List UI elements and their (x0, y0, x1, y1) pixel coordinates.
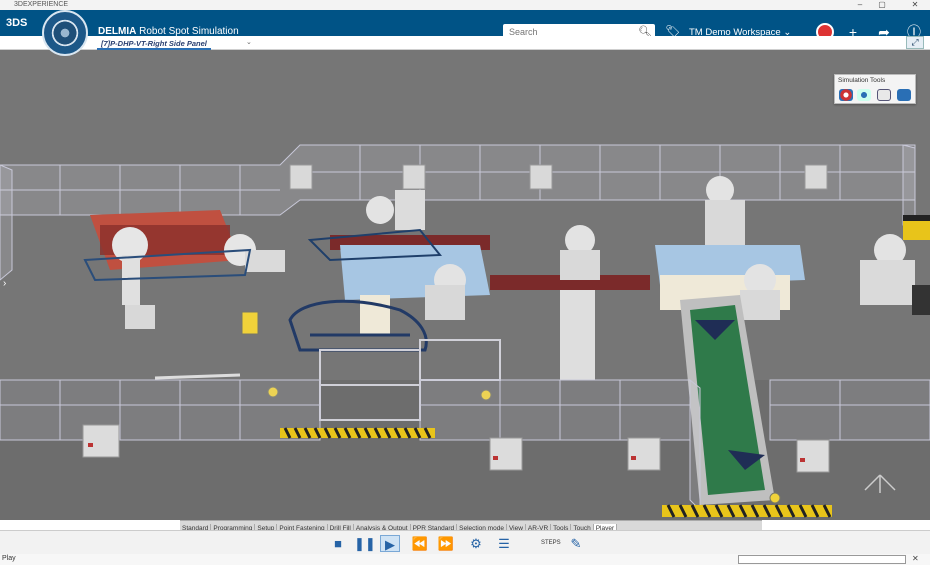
3d-viewport[interactable]: › (0, 50, 930, 520)
simulation-tools-title: Simulation Tools (838, 77, 886, 84)
fullscreen-icon[interactable]: ⤢ (906, 36, 924, 49)
tab-menu-caret[interactable]: ⌄ (246, 36, 252, 50)
player-toolbar: ■ ❚❚ ▶ ⏪ ⏩ ⚙ ☰ STEPS ✎ (0, 530, 930, 554)
monitor-icon[interactable] (877, 89, 891, 101)
factory-scene (0, 50, 930, 520)
command-input[interactable] (738, 555, 906, 564)
tab-bar: [7]P-DHP-VT-Right Side Panel ⌄ (0, 36, 930, 50)
close-button[interactable]: ✕ (905, 0, 925, 10)
maximize-button[interactable]: ▢ (872, 0, 892, 10)
minimize-button[interactable]: – (850, 0, 870, 10)
window-app-name: 3DEXPERIENCE (14, 1, 69, 8)
play-button[interactable]: ▶ (380, 535, 400, 552)
tab-editor[interactable]: [7]P-DHP-VT-Right Side Panel (97, 37, 211, 50)
panel-expand-icon[interactable]: › (3, 278, 6, 289)
record-icon[interactable]: ✎ (566, 535, 586, 552)
step-forward-button[interactable]: ⏩ (436, 535, 456, 552)
simulate-icon[interactable] (839, 89, 853, 101)
3ds-logo[interactable]: 3DS (6, 14, 30, 32)
top-bar: 3DS DELMIA Robot Spot Simulation 🔍︎ 🏷︎ T… (0, 10, 930, 41)
speed-label: STEPS (541, 540, 561, 546)
clear-icon[interactable]: ✕ (912, 554, 919, 563)
pause-button[interactable]: ❚❚ (354, 535, 376, 552)
status-text: Play (2, 555, 16, 562)
settings-gear-icon[interactable]: ⚙ (466, 535, 486, 552)
robot-icon[interactable] (897, 89, 911, 101)
compass-icon[interactable] (857, 89, 871, 101)
stop-button[interactable]: ■ (328, 535, 348, 552)
compass-icon[interactable] (42, 10, 88, 56)
window-titlebar: 3DEXPERIENCE – ▢ ✕ (0, 0, 930, 10)
action-bar: Standard Programming Setup Point Fastening D… (180, 520, 762, 534)
list-icon[interactable]: ☰ (494, 535, 514, 552)
step-back-button[interactable]: ⏪ (410, 535, 430, 552)
simulation-tools-panel: Simulation Tools (834, 74, 916, 104)
status-bar: Play ✕ (0, 554, 930, 565)
